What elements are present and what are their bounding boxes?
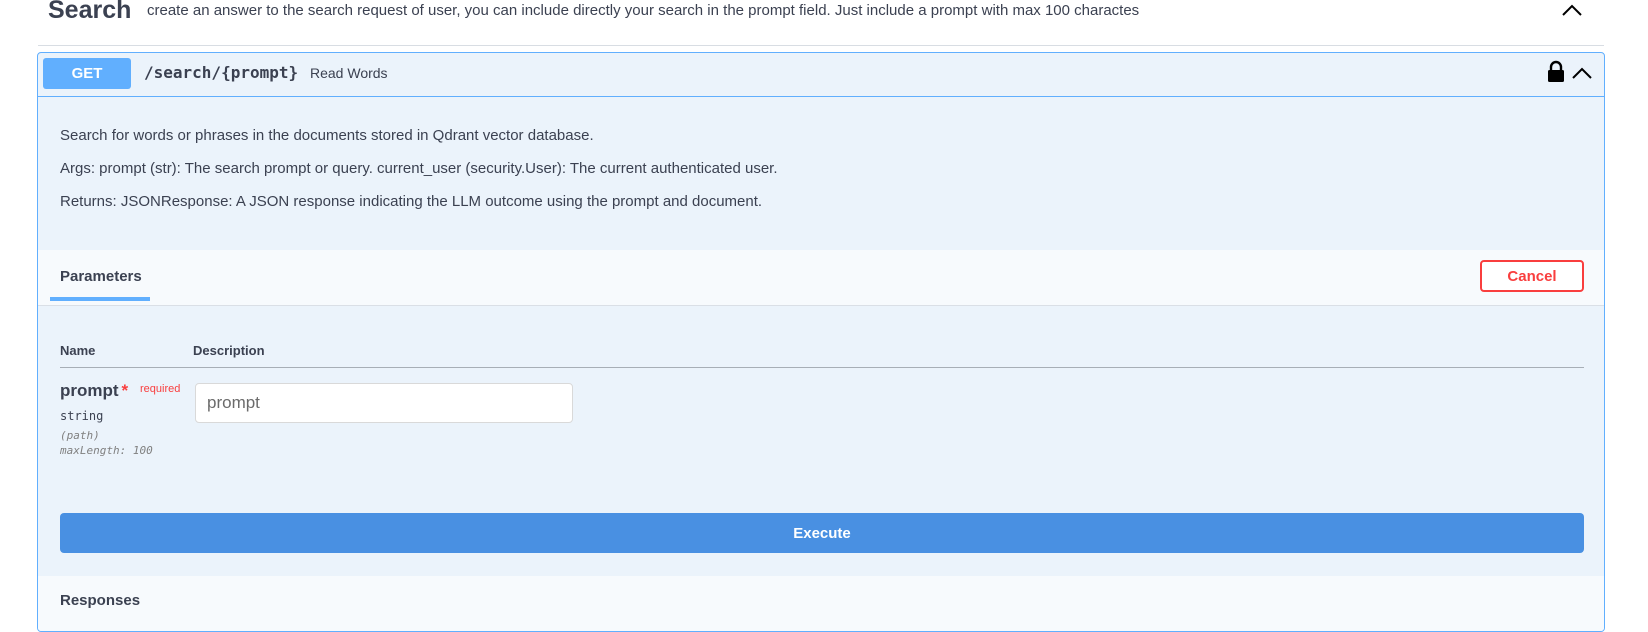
column-header-name: Name (60, 343, 96, 358)
column-header-description: Description (193, 343, 265, 358)
execute-button[interactable]: Execute (60, 513, 1584, 553)
operation-description: Search for words or phrases in the docum… (60, 127, 778, 226)
parameter-name: prompt * (60, 381, 129, 400)
chevron-up-icon[interactable] (1560, 0, 1584, 20)
tag-title: Search (48, 0, 132, 24)
description-line: Returns: JSONResponse: A JSON response i… (60, 193, 763, 210)
required-star: * (121, 381, 129, 400)
parameter-location: (path) (60, 429, 100, 442)
operation-summary[interactable]: GET /search/{prompt} Read Words (38, 53, 1604, 97)
prompt-input[interactable] (195, 383, 573, 423)
responses-title: Responses (60, 592, 141, 609)
parameter-type: string (60, 409, 104, 423)
chevron-up-icon[interactable] (1570, 63, 1594, 83)
description-line: Search for words or phrases in the docum… (60, 127, 594, 144)
description-line: Args: prompt (str): The search prompt or… (60, 160, 778, 177)
lock-icon[interactable] (1546, 60, 1566, 84)
operation-path: /search/{prompt} (144, 63, 299, 82)
cancel-button[interactable]: Cancel (1480, 260, 1584, 292)
parameters-header: Parameters Cancel (38, 250, 1604, 306)
method-badge: GET (43, 58, 131, 89)
tab-parameters[interactable]: Parameters (60, 268, 142, 285)
tag-header[interactable]: Search create an answer to the search re… (38, 0, 1604, 46)
tag-description: create an answer to the search request o… (147, 2, 1140, 19)
parameter-max-length: maxLength: 100 (60, 444, 153, 457)
required-label: required (140, 383, 181, 395)
operation-block-get: GET /search/{prompt} Read Words Search f… (37, 52, 1605, 632)
operation-summary-text: Read Words (310, 65, 388, 81)
divider (60, 367, 1584, 368)
responses-header: Responses (38, 576, 1604, 631)
tab-active-indicator (50, 297, 150, 301)
